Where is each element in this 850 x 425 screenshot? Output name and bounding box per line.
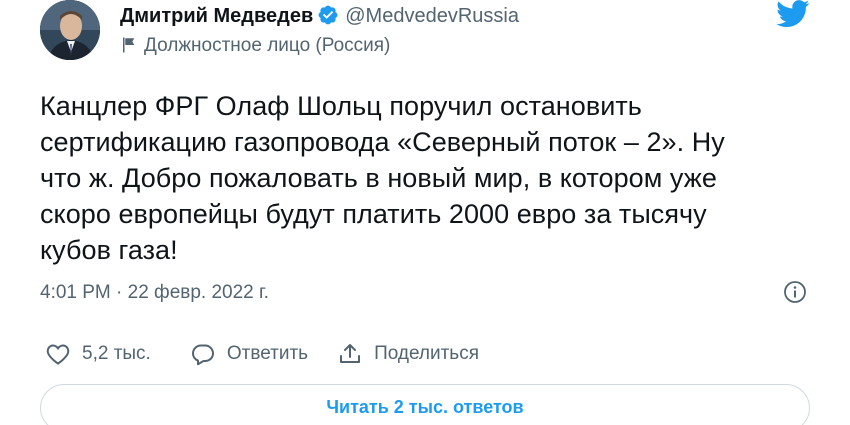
reply-button[interactable]: Ответить: [191, 342, 308, 366]
reply-label: Ответить: [226, 343, 309, 364]
like-button[interactable]: 5,2 тыс.: [46, 343, 151, 365]
info-icon[interactable]: [783, 280, 807, 304]
verified-badge-icon: [317, 4, 339, 32]
avatar-portrait-icon: [40, 0, 100, 60]
reply-bubble-icon: [191, 342, 215, 366]
tweet-card: Дмитрий Медведев @MedvedevRussia Должност…: [0, 0, 850, 425]
tweet-timestamp[interactable]: 4:01 PM · 22 февр. 2022 г.: [40, 281, 269, 305]
tweet-actions: 5,2 тыс. Ответить Поделиться: [46, 340, 479, 368]
share-upload-icon: [338, 342, 362, 366]
author-line: Дмитрий Медведев @MedvedevRussia: [120, 4, 519, 32]
author-name[interactable]: Дмитрий Медведев: [120, 5, 313, 27]
account-label-text: Должностное лицо (Россия): [144, 35, 391, 56]
avatar[interactable]: [40, 0, 100, 60]
share-label: Поделиться: [374, 343, 479, 364]
heart-icon: [46, 343, 70, 365]
tweet-text: Канцлер ФРГ Олаф Шольц поручил остановит…: [40, 91, 725, 265]
author-handle[interactable]: @MedvedevRussia: [345, 5, 519, 27]
account-label[interactable]: Должностное лицо (Россия): [120, 34, 390, 61]
twitter-bird-icon[interactable]: [776, 0, 810, 33]
likes-count: 5,2 тыс.: [82, 343, 151, 364]
government-flag-icon: [120, 36, 138, 61]
read-replies-button[interactable]: Читать 2 тыс. ответов: [40, 384, 810, 425]
share-button[interactable]: Поделиться: [338, 342, 479, 366]
